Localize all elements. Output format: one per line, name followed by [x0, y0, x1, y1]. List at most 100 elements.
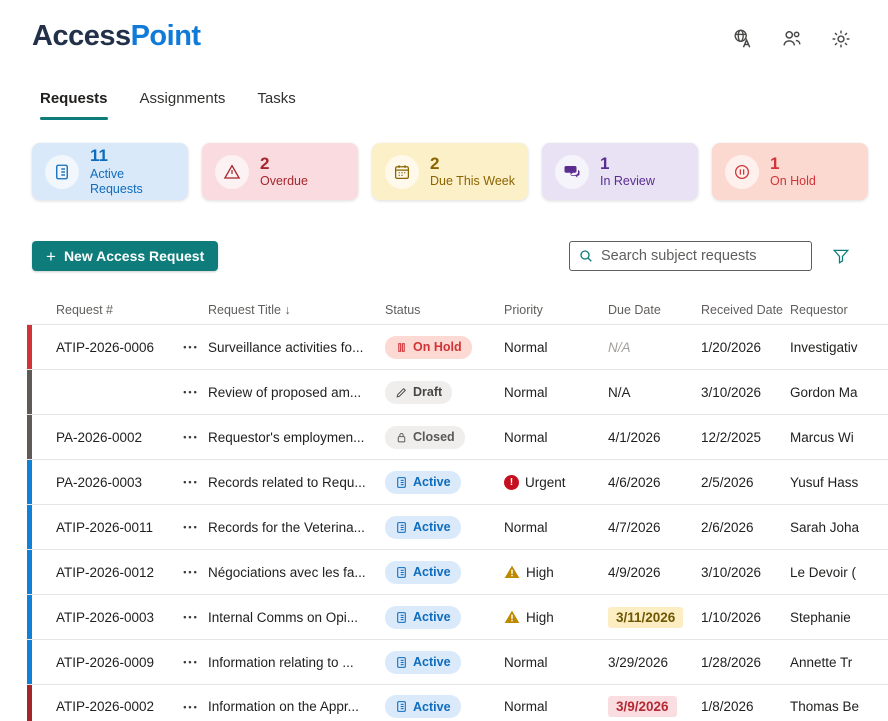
status-badge: Active: [385, 516, 461, 539]
sort-down-icon: ↓: [284, 303, 290, 317]
due-date: 4/7/2026: [600, 520, 695, 535]
list-icon: [395, 611, 408, 624]
due-date: 3/29/2026: [600, 655, 695, 670]
table-row[interactable]: PA-2026-0003 ••• Records related to Requ…: [27, 459, 888, 504]
table-row[interactable]: ••• Review of proposed am... Draft Norma…: [27, 369, 888, 414]
pause-icon: [395, 341, 408, 354]
requests-table: Request # Request Title ↓ Status Priorit…: [27, 296, 888, 721]
request-id: PA-2026-0002: [32, 430, 177, 445]
search-icon: [578, 248, 594, 264]
due-date: 4/1/2026: [600, 430, 695, 445]
priority-cell: Normal: [502, 520, 600, 535]
table-row[interactable]: ATIP-2026-0011 ••• Records for the Veter…: [27, 504, 888, 549]
row-menu-button[interactable]: •••: [177, 432, 205, 442]
card-on-hold[interactable]: 1 On Hold: [712, 143, 868, 200]
row-menu-button[interactable]: •••: [177, 657, 205, 667]
request-id: ATIP-2026-0012: [32, 565, 177, 580]
col-status[interactable]: Status: [382, 303, 502, 317]
row-menu-button[interactable]: •••: [177, 522, 205, 532]
card-active-requests[interactable]: 11 Active Requests: [32, 143, 188, 200]
table-row[interactable]: ATIP-2026-0002 ••• Information on the Ap…: [27, 684, 888, 721]
card-count: 1: [770, 153, 816, 174]
request-id: ATIP-2026-0011: [32, 520, 177, 535]
tab-requests[interactable]: Requests: [40, 90, 108, 117]
app-logo-access: Access: [32, 20, 131, 52]
requestor: Gordon Ma: [790, 385, 888, 400]
settings-gear-icon[interactable]: [830, 28, 852, 50]
card-in-review[interactable]: 1 In Review: [542, 143, 698, 200]
request-title: Records related to Requ...: [205, 475, 382, 490]
request-title: Review of proposed am...: [205, 385, 382, 400]
request-id: ATIP-2026-0003: [32, 610, 177, 625]
due-date: 4/9/2026: [600, 565, 695, 580]
table-row[interactable]: ATIP-2026-0009 ••• Information relating …: [27, 639, 888, 684]
card-overdue[interactable]: 2 Overdue: [202, 143, 358, 200]
table-row[interactable]: PA-2026-0002 ••• Requestor's employmen..…: [27, 414, 888, 459]
urgent-icon: !: [504, 475, 519, 490]
received-date: 3/10/2026: [695, 565, 790, 580]
col-priority[interactable]: Priority: [502, 303, 600, 317]
request-title: Surveillance activities fo...: [205, 340, 382, 355]
filter-icon[interactable]: [830, 245, 852, 267]
due-date: N/A: [600, 385, 695, 400]
new-access-request-label: New Access Request: [64, 248, 204, 264]
requestor: Sarah Joha: [790, 520, 888, 535]
people-icon[interactable]: [781, 28, 803, 50]
row-menu-button[interactable]: •••: [177, 387, 205, 397]
table-row[interactable]: ATIP-2026-0012 ••• Négociations avec les…: [27, 549, 888, 594]
new-access-request-button[interactable]: + New Access Request: [32, 241, 218, 271]
list-icon: [395, 521, 408, 534]
request-id: ATIP-2026-0009: [32, 655, 177, 670]
pencil-icon: [395, 386, 408, 399]
status-badge: Draft: [385, 381, 452, 404]
col-received-date[interactable]: Received Date: [695, 303, 790, 317]
table-row[interactable]: ATIP-2026-0003 ••• Internal Comms on Opi…: [27, 594, 888, 639]
status-badge: Active: [385, 695, 461, 718]
row-menu-button[interactable]: •••: [177, 567, 205, 577]
card-due-this-week[interactable]: 2 Due This Week: [372, 143, 528, 200]
request-title: Négociations avec les fa...: [205, 565, 382, 580]
col-requestor[interactable]: Requestor: [790, 303, 888, 317]
col-request-id[interactable]: Request #: [32, 303, 177, 317]
high-priority-icon: [504, 564, 520, 580]
status-badge: Closed: [385, 426, 465, 449]
request-title: Information relating to ...: [205, 655, 382, 670]
status-badge: Active: [385, 651, 461, 674]
due-date: N/A: [608, 340, 631, 355]
header-icon-bar: [732, 28, 852, 50]
received-date: 1/28/2026: [695, 655, 790, 670]
search-area: [569, 241, 852, 271]
due-date: 4/6/2026: [600, 475, 695, 490]
status-badge: Active: [385, 561, 461, 584]
row-menu-button[interactable]: •••: [177, 612, 205, 622]
row-menu-button[interactable]: •••: [177, 342, 205, 352]
status-badge: Active: [385, 471, 461, 494]
list-icon: [395, 700, 408, 713]
table-row[interactable]: ATIP-2026-0006 ••• Surveillance activiti…: [27, 324, 888, 369]
status-badge: Active: [385, 606, 461, 629]
col-due-date[interactable]: Due Date: [600, 303, 695, 317]
received-date: 1/10/2026: [695, 610, 790, 625]
priority-cell: Normal: [502, 699, 600, 714]
tab-tasks[interactable]: Tasks: [257, 90, 295, 117]
list-icon: [395, 656, 408, 669]
search-input[interactable]: [601, 248, 803, 264]
requestor: Marcus Wi: [790, 430, 888, 445]
row-menu-button[interactable]: •••: [177, 702, 205, 712]
row-menu-button[interactable]: •••: [177, 477, 205, 487]
toolbar: + New Access Request: [32, 241, 852, 271]
translate-icon[interactable]: [732, 28, 754, 50]
col-title[interactable]: Request Title ↓: [205, 303, 382, 317]
lock-icon: [395, 431, 408, 444]
card-count: 11: [90, 145, 175, 166]
received-date: 1/20/2026: [695, 340, 790, 355]
requestor: Annette Tr: [790, 655, 888, 670]
plus-icon: +: [46, 248, 56, 265]
requestor: Stephanie: [790, 610, 888, 625]
accesspoint-page: AccessPoint Reque: [0, 0, 888, 721]
main-tabs: Requests Assignments Tasks: [40, 90, 296, 117]
card-count: 1: [600, 153, 655, 174]
tab-assignments[interactable]: Assignments: [140, 90, 226, 117]
search-box: [569, 241, 812, 271]
due-date: 3/9/2026: [608, 696, 677, 717]
